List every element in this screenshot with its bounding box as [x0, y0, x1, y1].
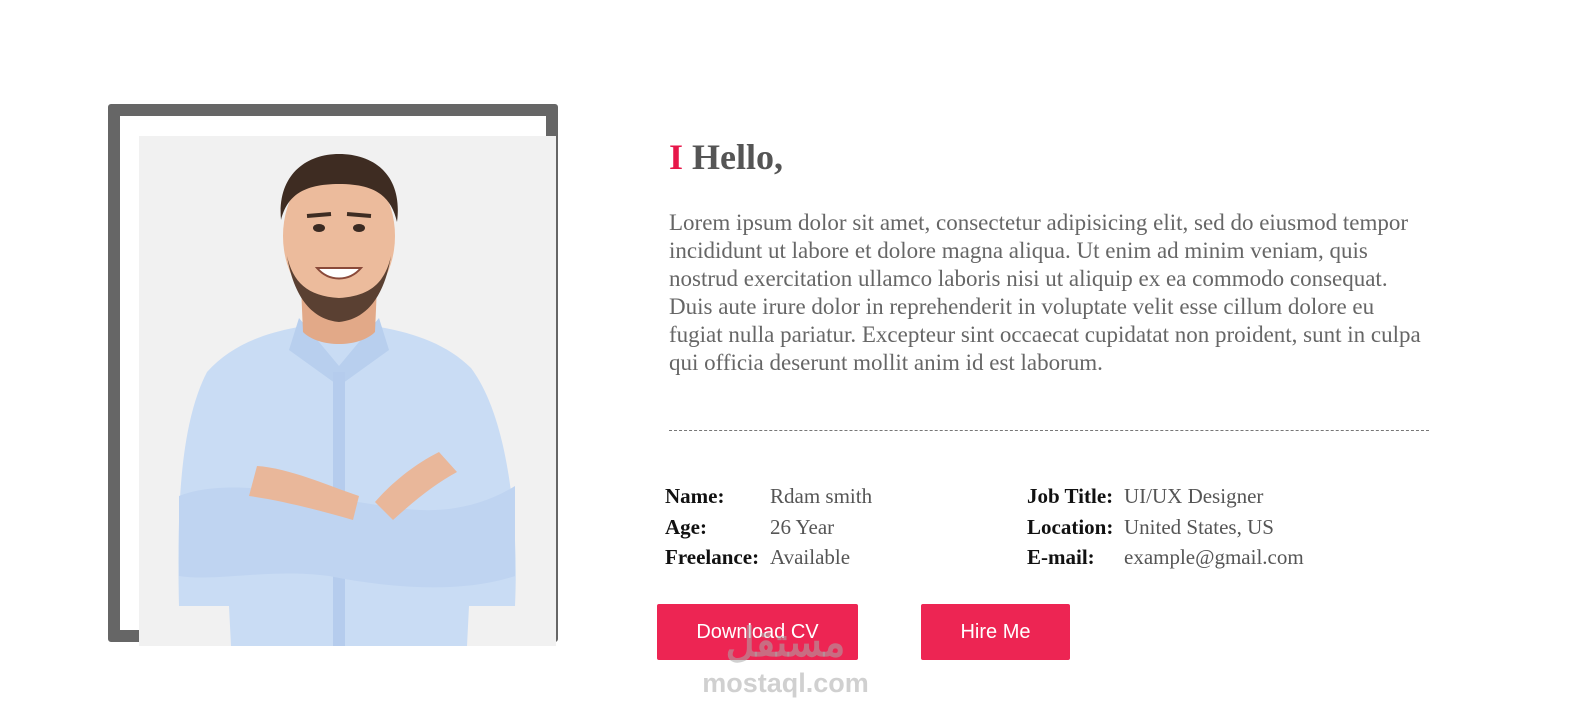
intro-paragraph: Lorem ipsum dolor sit amet, consectetur … — [669, 210, 1421, 375]
greeting-accent: I — [669, 137, 684, 177]
info-value: UI/UX Designer — [1124, 484, 1264, 508]
download-cv-button[interactable]: Download CV — [657, 604, 858, 660]
info-row-name: Name: Rdam smith — [665, 481, 872, 512]
info-row-job-title: Job Title: UI/UX Designer — [1027, 481, 1304, 512]
info-label: Name: — [665, 484, 725, 508]
info-value: 26 Year — [770, 514, 835, 539]
info-row-freelance: Freelance: Available — [665, 542, 872, 573]
info-label: E-mail: — [1027, 545, 1095, 569]
info-value: example@gmail.com — [1124, 545, 1304, 569]
info-value: United States, US — [1124, 514, 1274, 539]
info-row-email: E-mail: example@gmail.com — [1027, 542, 1304, 573]
dashed-divider — [669, 430, 1429, 431]
info-label: Freelance: — [665, 545, 760, 569]
info-column-left: Name: Rdam smith Age: 26 Year Freelance:… — [665, 481, 872, 573]
info-column-right: Job Title: UI/UX Designer Location: Unit… — [1027, 481, 1304, 573]
profile-photo — [139, 136, 556, 646]
info-row-age: Age: 26 Year — [665, 512, 872, 543]
hire-me-button[interactable]: Hire Me — [921, 604, 1070, 660]
info-value: Rdam smith — [770, 484, 873, 508]
info-label: Location: — [1027, 514, 1114, 539]
info-label: Job Title: — [1027, 484, 1114, 508]
info-value: Available — [770, 545, 851, 569]
info-label: Age: — [665, 514, 707, 539]
greeting-heading: I Hello, — [669, 133, 783, 181]
info-row-location: Location: United States, US — [1027, 512, 1304, 543]
watermark-latin: mostaql.com — [702, 668, 869, 698]
greeting-text: Hello, — [692, 137, 783, 177]
